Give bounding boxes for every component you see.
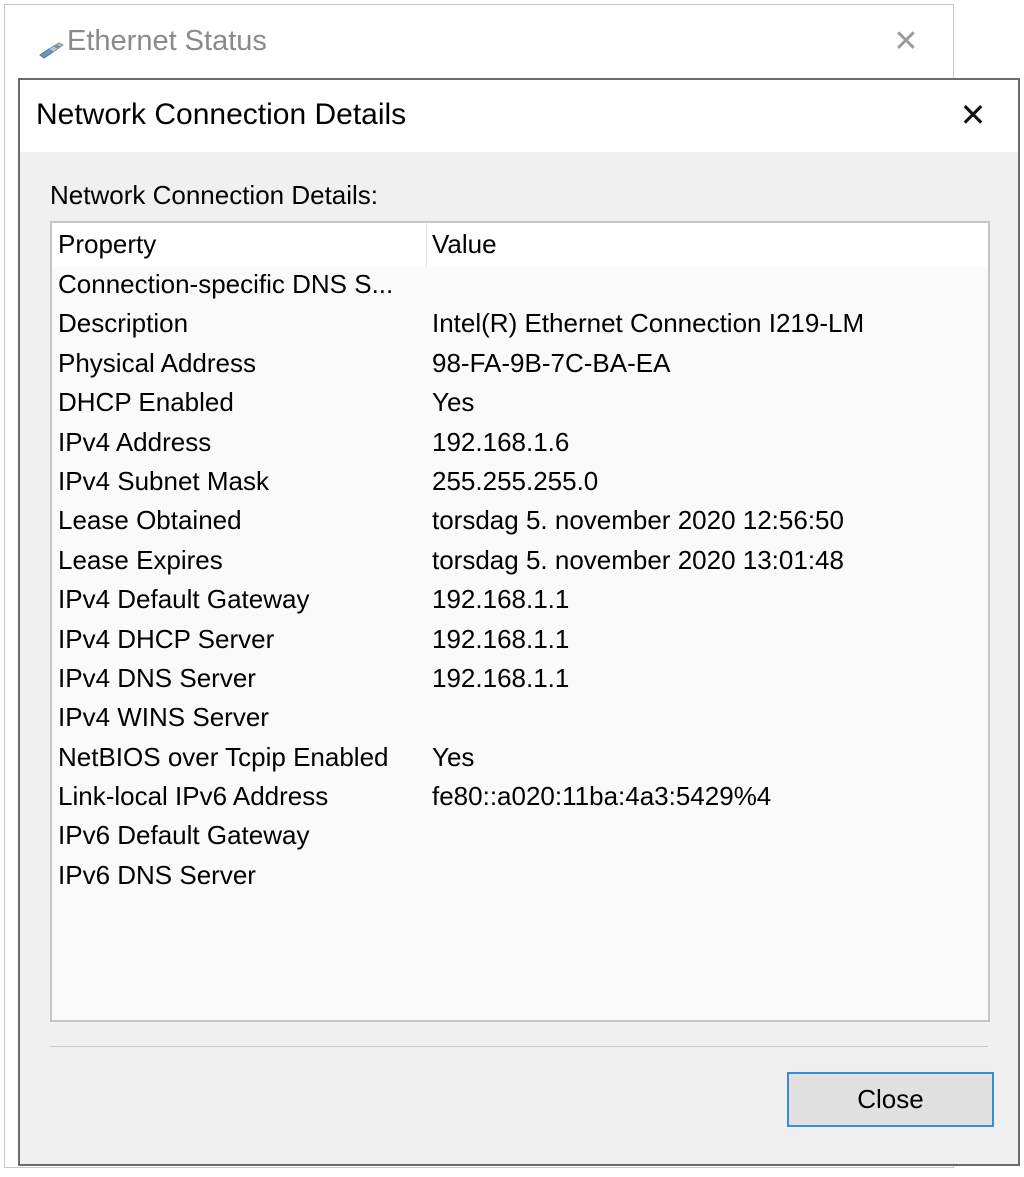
property-cell: IPv4 WINS Server (58, 702, 269, 733)
window-title: Ethernet Status (67, 25, 267, 57)
close-icon[interactable]: ✕ (891, 27, 921, 57)
list-item[interactable]: Connection-specific DNS S... (52, 267, 988, 306)
property-cell: IPv4 Address (58, 426, 212, 457)
property-cell: DHCP Enabled (58, 387, 234, 418)
list-item[interactable]: IPv4 DHCP Server 192.168.1.1 (52, 622, 988, 661)
dialog-titlebar[interactable]: Network Connection Details ✕ (20, 80, 1018, 152)
value-cell: 192.168.1.1 (432, 623, 570, 654)
list-item[interactable]: Link-local IPv6 Address fe80::a020:11ba:… (52, 779, 988, 818)
list-item[interactable]: Description Intel(R) Ethernet Connection… (52, 306, 988, 345)
property-cell: IPv4 DHCP Server (58, 623, 275, 654)
network-adapter-icon (37, 35, 65, 61)
list-item[interactable]: IPv4 WINS Server (52, 700, 988, 739)
column-header-property[interactable]: Property (58, 229, 156, 260)
value-cell: torsdag 5. november 2020 13:01:48 (432, 544, 844, 575)
list-item[interactable]: Lease Obtained torsdag 5. november 2020 … (52, 503, 988, 542)
value-cell: Yes (432, 387, 475, 418)
value-cell: Yes (432, 741, 475, 772)
dialog-title: Network Connection Details (36, 98, 407, 131)
list-item[interactable]: IPv4 Default Gateway 192.168.1.1 (52, 582, 988, 621)
property-cell: Connection-specific DNS S... (58, 269, 394, 299)
property-cell: NetBIOS over Tcpip Enabled (58, 741, 389, 772)
ethernet-status-titlebar[interactable]: Ethernet Status ✕ (5, 5, 953, 77)
network-connection-details-dialog: Network Connection Details ✕ Network Con… (18, 78, 1020, 1166)
details-list[interactable]: Property Value Connection-specific DNS S… (50, 221, 990, 1022)
value-cell: 255.255.255.0 (432, 465, 599, 496)
property-cell: Link-local IPv6 Address (58, 781, 329, 812)
list-header: Property Value (52, 223, 988, 267)
property-cell: IPv4 Default Gateway (58, 584, 310, 615)
list-item[interactable]: IPv4 DNS Server 192.168.1.1 (52, 661, 988, 700)
list-item[interactable]: DHCP Enabled Yes (52, 385, 988, 424)
list-item[interactable]: NetBIOS over Tcpip Enabled Yes (52, 740, 988, 779)
column-header-value[interactable]: Value (432, 229, 497, 260)
property-cell: Physical Address (58, 347, 256, 378)
property-cell: IPv6 DNS Server (58, 859, 256, 890)
close-icon[interactable]: ✕ (956, 98, 990, 132)
value-cell: 192.168.1.1 (432, 662, 570, 693)
value-cell: 192.168.1.1 (432, 584, 570, 615)
property-cell: IPv4 Subnet Mask (58, 465, 269, 496)
property-cell: IPv4 DNS Server (58, 662, 256, 693)
value-cell: torsdag 5. november 2020 12:56:50 (432, 505, 844, 536)
property-cell: Lease Obtained (58, 505, 242, 536)
list-item[interactable]: IPv4 Address 192.168.1.6 (52, 425, 988, 464)
value-cell: fe80::a020:11ba:4a3:5429%4 (432, 781, 772, 812)
value-cell: Intel(R) Ethernet Connection I219-LM (432, 308, 865, 339)
property-cell: Description (58, 308, 189, 339)
value-cell: 192.168.1.6 (432, 426, 570, 457)
property-cell: Lease Expires (58, 544, 223, 575)
list-rows: Connection-specific DNS S... Description… (52, 267, 988, 897)
divider (50, 1046, 988, 1047)
list-item[interactable]: IPv6 Default Gateway (52, 818, 988, 857)
value-cell: 98-FA-9B-7C-BA-EA (432, 347, 671, 378)
list-item[interactable]: Lease Expires torsdag 5. november 2020 1… (52, 543, 988, 582)
list-item[interactable]: IPv6 DNS Server (52, 858, 988, 897)
column-divider[interactable] (426, 223, 427, 267)
property-cell: IPv6 Default Gateway (58, 820, 310, 851)
close-button[interactable]: Close (787, 1072, 994, 1127)
list-item[interactable]: Physical Address 98-FA-9B-7C-BA-EA (52, 346, 988, 385)
details-label: Network Connection Details: (50, 180, 379, 210)
list-item[interactable]: IPv4 Subnet Mask 255.255.255.0 (52, 464, 988, 503)
